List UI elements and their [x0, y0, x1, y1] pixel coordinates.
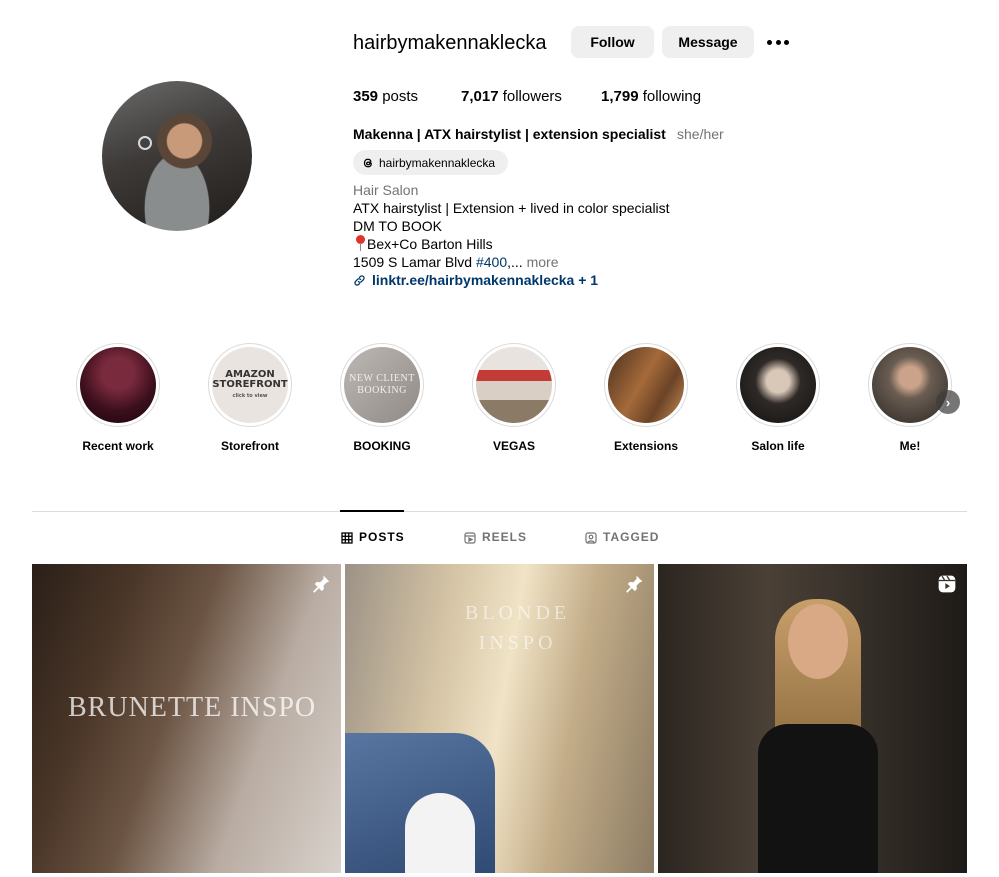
- highlight-label: Storefront: [221, 439, 279, 453]
- followers-count-value: 7,017: [461, 88, 499, 105]
- active-tab-indicator: [340, 510, 404, 512]
- following-count-value: 1,799: [601, 88, 639, 105]
- highlight-cover: [608, 347, 684, 423]
- highlight-ring: AMAZON STOREFRONT click to view: [208, 343, 292, 427]
- highlight-ring: NEW CLIENT BOOKING: [340, 343, 424, 427]
- post-overlay-text: BLONDE INSPO: [465, 598, 570, 658]
- highlight-cover: [80, 347, 156, 423]
- bio-line: 1509 S Lamar Blvd #400,... more: [353, 253, 558, 271]
- profile-username: hairbymakennaklecka: [353, 32, 547, 54]
- highlight-ring: [472, 343, 556, 427]
- more-options-icon[interactable]: [766, 34, 790, 50]
- highlight-label: BOOKING: [353, 439, 411, 453]
- highlight-cover-title: AMAZON STOREFRONT: [212, 368, 288, 390]
- highlight-ring: [736, 343, 820, 427]
- location-pin-icon: [353, 235, 367, 251]
- post-overlay-line: BLONDE: [465, 602, 571, 624]
- bio-location: Bex+Co Barton Hills: [367, 236, 493, 252]
- highlight-vegas[interactable]: VEGAS: [472, 343, 556, 454]
- highlight-label: Salon life: [751, 439, 805, 453]
- highlight-ring: [604, 343, 688, 427]
- followers-count[interactable]: 7,017 followers: [461, 88, 562, 106]
- post-overlay-line: INSPO: [478, 632, 557, 654]
- pin-icon: [626, 575, 643, 593]
- highlight-cover: [740, 347, 816, 423]
- profile-category: Hair Salon: [353, 182, 419, 198]
- threads-link[interactable]: hairbymakennaklecka: [353, 150, 508, 175]
- followers-count-label: followers: [498, 88, 562, 105]
- bio-more-link[interactable]: more: [523, 254, 559, 270]
- bio-hashtag-link[interactable]: #400: [476, 254, 507, 270]
- tab-reels[interactable]: REELS: [464, 530, 527, 545]
- highlight-cover: AMAZON STOREFRONT click to view: [212, 347, 288, 423]
- posts-count-value: 359: [353, 88, 379, 105]
- profile-pronouns: she/her: [677, 126, 724, 142]
- tab-posts[interactable]: POSTS: [341, 530, 405, 545]
- following-count[interactable]: 1,799 following: [601, 88, 701, 106]
- pin-icon: [313, 575, 330, 593]
- post-thumbnail[interactable]: [658, 564, 967, 873]
- highlight-cover-subtitle: click to view: [232, 392, 268, 399]
- posts-count-label: posts: [378, 88, 419, 105]
- highlight-cover-title: NEW CLIENT BOOKING: [349, 373, 415, 396]
- highlight-storefront[interactable]: AMAZON STOREFRONT click to view Storefron…: [208, 343, 292, 454]
- following-count-label: following: [638, 88, 702, 105]
- threads-icon: [363, 158, 372, 167]
- highlight-extensions[interactable]: Extensions: [604, 343, 688, 454]
- highlight-recent-work[interactable]: Recent work: [76, 343, 160, 454]
- post-overlay-text: BRUNETTE INSPO: [68, 692, 317, 723]
- highlight-label: Extensions: [613, 439, 679, 453]
- post-image-detail: [753, 599, 883, 873]
- message-button[interactable]: Message: [662, 26, 754, 58]
- highlight-cover: NEW CLIENT BOOKING: [344, 347, 420, 423]
- highlight-booking[interactable]: NEW CLIENT BOOKING BOOKING: [340, 343, 424, 454]
- post-image-detail: [405, 793, 475, 873]
- reels-icon: [464, 531, 476, 544]
- tab-reels-label: REELS: [482, 530, 528, 544]
- highlight-cover: [476, 347, 552, 423]
- profile-full-name: Makenna | ATX hairstylist | extension sp…: [353, 126, 666, 142]
- highlight-ring: [76, 343, 160, 427]
- bio-line: Bex+Co Barton Hills: [353, 235, 493, 253]
- highlight-label: Recent work: [82, 439, 154, 453]
- bio-line: DM TO BOOK: [353, 218, 442, 234]
- tabs-divider: [32, 511, 967, 512]
- highlight-cover: [872, 347, 948, 423]
- post-thumbnail[interactable]: BLONDE INSPO: [345, 564, 654, 873]
- follow-button[interactable]: Follow: [571, 26, 654, 58]
- profile-avatar[interactable]: [102, 81, 252, 231]
- highlight-label: Me!: [899, 439, 921, 453]
- post-thumbnail[interactable]: BRUNETTE INSPO: [32, 564, 341, 873]
- tab-tagged[interactable]: TAGGED: [585, 530, 659, 545]
- highlight-label: VEGAS: [492, 439, 535, 453]
- tagged-user-icon: [585, 531, 597, 544]
- bio-line: ATX hairstylist | Extension + lived in c…: [353, 200, 670, 216]
- threads-handle: hairbymakennaklecka: [379, 155, 496, 170]
- grid-icon: [341, 531, 353, 544]
- profile-link-text: linktr.ee/hairbymakennaklecka + 1: [372, 272, 599, 288]
- posts-count: 359 posts: [353, 88, 418, 106]
- highlight-ring: [868, 343, 952, 427]
- bio-address: 1509 S Lamar Blvd: [353, 254, 476, 270]
- highlight-salon-life[interactable]: Salon life: [736, 343, 820, 454]
- tab-posts-label: POSTS: [359, 530, 405, 544]
- profile-external-link[interactable]: linktr.ee/hairbymakennaklecka + 1: [353, 271, 598, 289]
- tab-tagged-label: TAGGED: [603, 530, 660, 544]
- link-icon: [354, 274, 365, 286]
- avatar-ring-detail: [138, 136, 152, 150]
- highlights-next-arrow-icon[interactable]: ›: [936, 390, 960, 414]
- reel-icon: [938, 575, 956, 593]
- bio-ellipsis: ,...: [507, 254, 523, 270]
